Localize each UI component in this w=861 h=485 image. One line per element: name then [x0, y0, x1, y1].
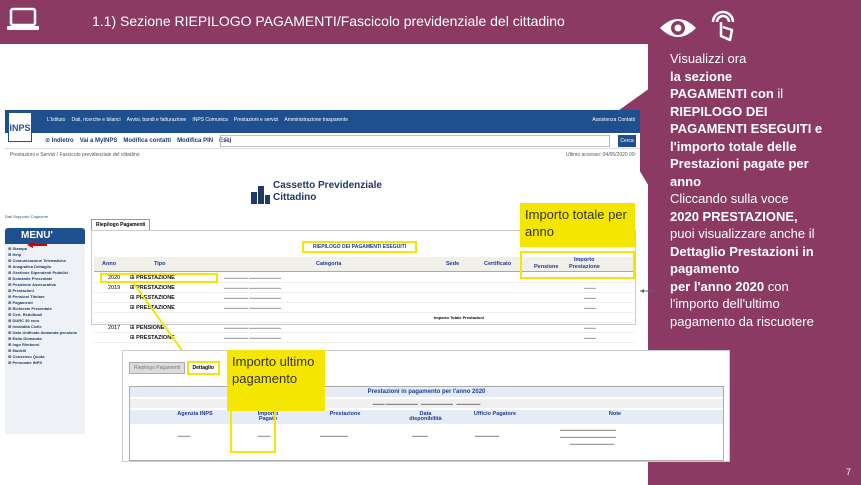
importo-highlight [520, 251, 635, 279]
inps-top-link[interactable]: L'Istituto [47, 117, 65, 123]
panel-line: RIEPILOGO DEI [670, 103, 768, 119]
inps-nav-link[interactable]: Modifica PIN [177, 138, 213, 144]
dettaglio-table: Prestazioni in pagamento per l'anno 2020… [129, 386, 724, 461]
dettaglio-title: Prestazioni in pagamento per l'anno 2020 [130, 387, 723, 397]
inps-nav-link[interactable]: Modifica contatti [123, 138, 171, 144]
eye-icon [660, 19, 696, 37]
callout-importo-ultimo: Importo ultimo pagamento [227, 350, 325, 411]
panel-line: Prestazioni pagate per [670, 156, 809, 171]
breadcrumb-text: Prestazioni e Servizi / Fascicolo previd… [10, 152, 140, 158]
col-agenzia: Agenzia INPS [177, 411, 213, 417]
laptop-icon [7, 7, 39, 30]
red-arrow-icon [27, 242, 47, 248]
panel-line: anno [670, 173, 702, 189]
row-anno: 2017 [108, 325, 121, 331]
dettaglio-header: Agenzia INPS Importo Pagato Prestazione … [130, 410, 723, 424]
panel-line: PAGAMENTI con il [670, 86, 784, 101]
page-number: 7 [845, 467, 851, 477]
app-title-line1: Cassetto Previdenziale [273, 180, 382, 191]
inps-nav-link[interactable]: Vai a MyINPS [80, 138, 118, 144]
sidebar-item[interactable]: ⊞ Personale INPS [8, 360, 82, 366]
inps-top-link[interactable]: INPS Comunica [192, 117, 228, 123]
panel-line: pagamento da riscuotere [670, 313, 814, 329]
tab-riepilogo-inactive[interactable]: Riepilogo Pagamenti [129, 362, 186, 374]
col-prestazione: Prestazione [329, 411, 361, 417]
inps-top-link[interactable]: Prestazioni e servizi [234, 117, 278, 123]
panel-text: Visualizzi ora la sezione PAGAMENTI con il… [670, 50, 850, 330]
sidebar: Dati Supporto Cognome MENU' ⊞ Stampa ⊞ He… [5, 214, 85, 454]
sidebar-buttons[interactable]: Dati Supporto Cognome [5, 214, 85, 224]
panel-line: puoi visualizzare anche il [670, 226, 815, 241]
col-note: Note [608, 411, 622, 417]
col-data: Data disponibilità [409, 411, 442, 422]
slide-header: 1.1) Sezione RIEPILOGO PAGAMENTI/Fascico… [0, 0, 648, 44]
panel-line: Dettaglio Prestazioni in [670, 243, 814, 259]
inps-search-input[interactable]: 🔍︎ [220, 135, 610, 147]
panel-line: l'importo totale delle [670, 138, 797, 154]
panel-line: per l'anno 2020 con [670, 278, 789, 294]
col-categoria: Categoria [316, 261, 342, 267]
panel-line: Visualizzi ora [670, 51, 747, 66]
dettaglio-tabs: Riepilogo Pagamenti Dettaglio [129, 361, 220, 375]
inps-top-link[interactable]: Amministrazione trasparente [284, 117, 348, 123]
row-anno: 2019 [108, 285, 121, 291]
col-certificato: Certificato [484, 261, 512, 267]
col-ufficio: Ufficio Pagatore [473, 411, 517, 417]
last-access: Ultimo accesso: 04/05/2020 09: [565, 152, 636, 158]
tab-dettaglio[interactable]: Dettaglio [186, 361, 220, 375]
inps-nav: ⊙ Indietro Vai a MyINPS Modifica contatti M… [5, 133, 640, 149]
dettaglio-row-blurred: ▬▬▬ ▬▬▬ ▬▬▬▬▬▬▬ ▬▬▬▬ ▬▬▬▬▬▬ ▬▬▬▬▬▬▬▬▬▬▬▬… [178, 427, 616, 446]
importo-pagato-highlight [230, 409, 276, 453]
inps-top-bar: INPS L'Istituto Dati, ricerche e bilanci A… [5, 110, 640, 142]
panel-line: Cliccando sulla voce [670, 191, 789, 206]
slide-title: 1.1) Sezione RIEPILOGO PAGAMENTI/Fascico… [92, 13, 565, 29]
riepilogo-title: RIEPILOGO DEI PAGAMENTI ESEGUITI [302, 241, 417, 253]
inps-top-links: L'Istituto Dati, ricerche e bilanci Avvisi… [47, 117, 354, 123]
inps-nav-links: ⊙ Indietro Vai a MyINPS Modifica contatti M… [45, 137, 237, 144]
inps-nav-link[interactable]: ⊙ Indietro [45, 138, 74, 144]
callout-importo-totale: Importo totale per anno [520, 203, 635, 247]
dettaglio-subtitle-blurred: ▬▬▬ ▬▬▬▬▬▬▬▬ ▬▬▬▬▬▬▬▬ ▬▬▬▬▬▬ [130, 399, 723, 408]
cerca-button[interactable]: Cerca [618, 135, 636, 147]
panel-line: l'importo dell'ultimo [670, 296, 780, 311]
sidebar-list: ⊞ Stampa ⊞ Help ⊞ Comunicazione Telematich… [5, 244, 85, 434]
inps-assistenza-link[interactable]: Assistenza Contatti [592, 117, 635, 123]
gray-arrow-icon [640, 289, 654, 293]
touch-icon [711, 10, 735, 42]
col-tipo: Tipo [154, 261, 166, 267]
panel-line: pagamento [670, 261, 740, 276]
panel-line: 2020 PRESTAZIONE, [670, 208, 798, 224]
app-title-line2: Cittadino [273, 192, 317, 203]
dettaglio-screenshot: Riepilogo Pagamenti Dettaglio Prestazion… [122, 350, 730, 462]
inps-top-link[interactable]: Dati, ricerche e bilanci [71, 117, 120, 123]
panel-line: PAGAMENTI ESEGUITI e [670, 121, 823, 136]
cassetto-logo-icon [251, 186, 270, 204]
row-total-label: Importo Totale Prestazioni [434, 315, 484, 320]
col-sede: Sede [446, 261, 460, 267]
col-anno: Anno [102, 261, 117, 267]
inps-top-link[interactable]: Avvisi, bandi e fatturazione [127, 117, 187, 123]
panel-line: la sezione [670, 68, 733, 84]
breadcrumb: Prestazioni e Servizi / Fascicolo previd… [5, 149, 640, 161]
